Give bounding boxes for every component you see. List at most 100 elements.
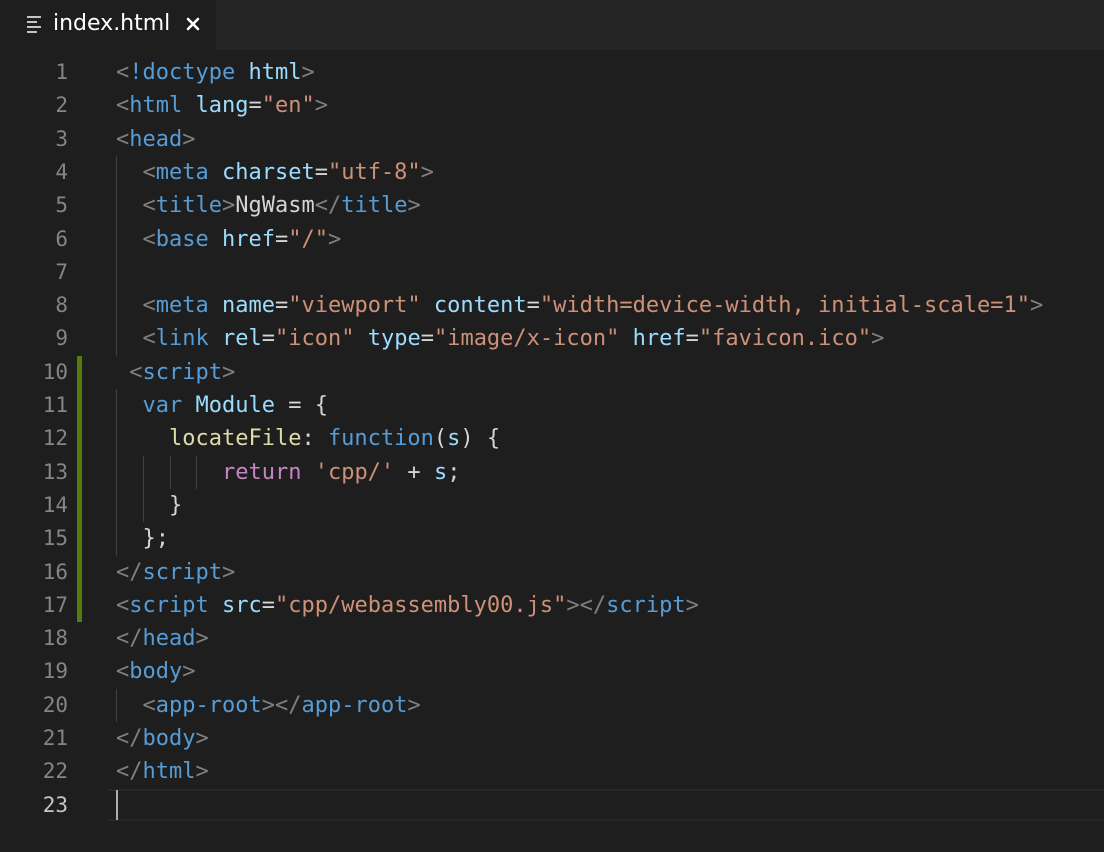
- code-token: >: [221, 193, 236, 219]
- code-token: </: [116, 626, 143, 652]
- code-text: <link rel="icon" type="image/x-icon" hre…: [116, 322, 885, 355]
- code-line[interactable]: 17 <script src="cpp/webassembly00.js"></s…: [0, 589, 1104, 622]
- code-token: lang: [195, 93, 249, 119]
- code-token: >: [221, 359, 236, 385]
- code-token: >: [327, 226, 342, 252]
- code-text: <body>: [116, 655, 195, 688]
- code-text: return 'cpp/' + s;: [116, 456, 460, 489]
- code-text: <app-root></app-root>: [116, 689, 421, 722]
- code-line[interactable]: 6 <base href="/">: [0, 223, 1104, 256]
- code-text: locateFile: function(s) {: [116, 422, 500, 455]
- code-line[interactable]: 2 <html lang="en">: [0, 89, 1104, 122]
- close-icon[interactable]: [183, 14, 203, 34]
- code-token: +: [394, 459, 434, 485]
- line-number: 2: [55, 93, 68, 118]
- code-line[interactable]: 7: [0, 256, 1104, 289]
- line-number: 1: [55, 60, 68, 84]
- code-editor[interactable]: 1 <!doctype html> 2 <html lang="en"> 3 <head>…: [0, 50, 1104, 852]
- code-line[interactable]: 14 }: [0, 489, 1104, 522]
- code-text: <script>: [116, 356, 235, 389]
- tab-bar: index.html: [0, 0, 1104, 50]
- code-token: <: [116, 60, 130, 85]
- code-token: "/": [288, 226, 328, 252]
- code-token: s: [433, 459, 448, 485]
- code-token: </: [116, 726, 143, 751]
- code-token: <: [116, 126, 130, 152]
- code-line[interactable]: 4 <meta charset="utf-8">: [0, 156, 1104, 189]
- code-text: <html lang="en">: [116, 89, 328, 122]
- code-token: body: [142, 726, 196, 751]
- code-line[interactable]: 20 <app-root></app-root>: [0, 689, 1104, 722]
- code-line[interactable]: 3 <head>: [0, 123, 1104, 156]
- code-line[interactable]: 10 <script>: [0, 356, 1104, 389]
- code-token: "en": [261, 93, 315, 119]
- line-number: 12: [42, 426, 68, 451]
- code-line[interactable]: 13 return 'cpp/' + s;: [0, 456, 1104, 489]
- code-text: <head>: [116, 123, 195, 156]
- line-number: 17: [42, 592, 68, 617]
- code-token: >: [195, 626, 209, 652]
- lines-file-icon: [27, 16, 41, 33]
- code-text: <meta charset="utf-8">: [116, 156, 434, 189]
- code-token: content: [433, 293, 527, 319]
- code-text: var Module = {: [116, 389, 328, 422]
- code-token: base: [155, 226, 209, 252]
- line-number: 9: [55, 326, 68, 351]
- code-token: =: [526, 293, 540, 319]
- code-token: function: [327, 426, 434, 452]
- code-token: >: [685, 592, 699, 618]
- code-token: href: [632, 326, 686, 352]
- code-token: return: [221, 459, 302, 485]
- line-number: 11: [42, 393, 68, 417]
- code-line[interactable]: 1 <!doctype html>: [0, 56, 1104, 89]
- code-token: </: [314, 193, 342, 219]
- code-line[interactable]: 9 <link rel="icon" type="image/x-icon" h…: [0, 322, 1104, 355]
- code-token: =: [261, 592, 275, 618]
- code-token: =: [274, 226, 289, 252]
- code-token: >: [407, 193, 421, 219]
- code-line[interactable]: 11 var Module = {: [0, 389, 1104, 422]
- tab-index-html[interactable]: index.html: [0, 0, 216, 50]
- code-token: <: [142, 226, 156, 252]
- code-token: <: [142, 159, 156, 185]
- code-token: >: [871, 326, 885, 352]
- code-token: >: [182, 659, 196, 685]
- code-line[interactable]: 8 <meta name="viewport" content="width=d…: [0, 289, 1104, 322]
- line-number: 6: [55, 226, 68, 251]
- code-token: title: [341, 193, 408, 219]
- code-line[interactable]: 15 };: [0, 522, 1104, 555]
- code-line[interactable]: 5 <title>NgWasm</title>: [0, 189, 1104, 222]
- code-token: = {: [274, 393, 328, 418]
- line-number: 22: [42, 759, 68, 784]
- code-line[interactable]: 23: [0, 789, 1104, 822]
- code-line[interactable]: 19 <body>: [0, 655, 1104, 688]
- code-token: meta: [155, 159, 209, 185]
- code-token: <: [116, 659, 130, 685]
- code-token: <: [142, 293, 156, 319]
- line-number: 7: [55, 259, 68, 284]
- code-token: head: [129, 126, 183, 152]
- code-token: <: [142, 692, 156, 718]
- code-token: </: [116, 759, 143, 785]
- code-token: type: [367, 326, 421, 352]
- code-token: var: [142, 393, 183, 418]
- code-token: script: [129, 592, 209, 618]
- code-token: <: [142, 326, 156, 352]
- line-number: 13: [42, 459, 68, 484]
- code-line[interactable]: 22 </html>: [0, 755, 1104, 788]
- code-line[interactable]: 16 </script>: [0, 556, 1104, 589]
- code-token: title: [155, 193, 222, 219]
- code-line[interactable]: 18 </head>: [0, 622, 1104, 655]
- code-line[interactable]: 12 locateFile: function(s) {: [0, 422, 1104, 455]
- code-token: ;: [447, 459, 461, 485]
- code-line[interactable]: 21 </body>: [0, 722, 1104, 755]
